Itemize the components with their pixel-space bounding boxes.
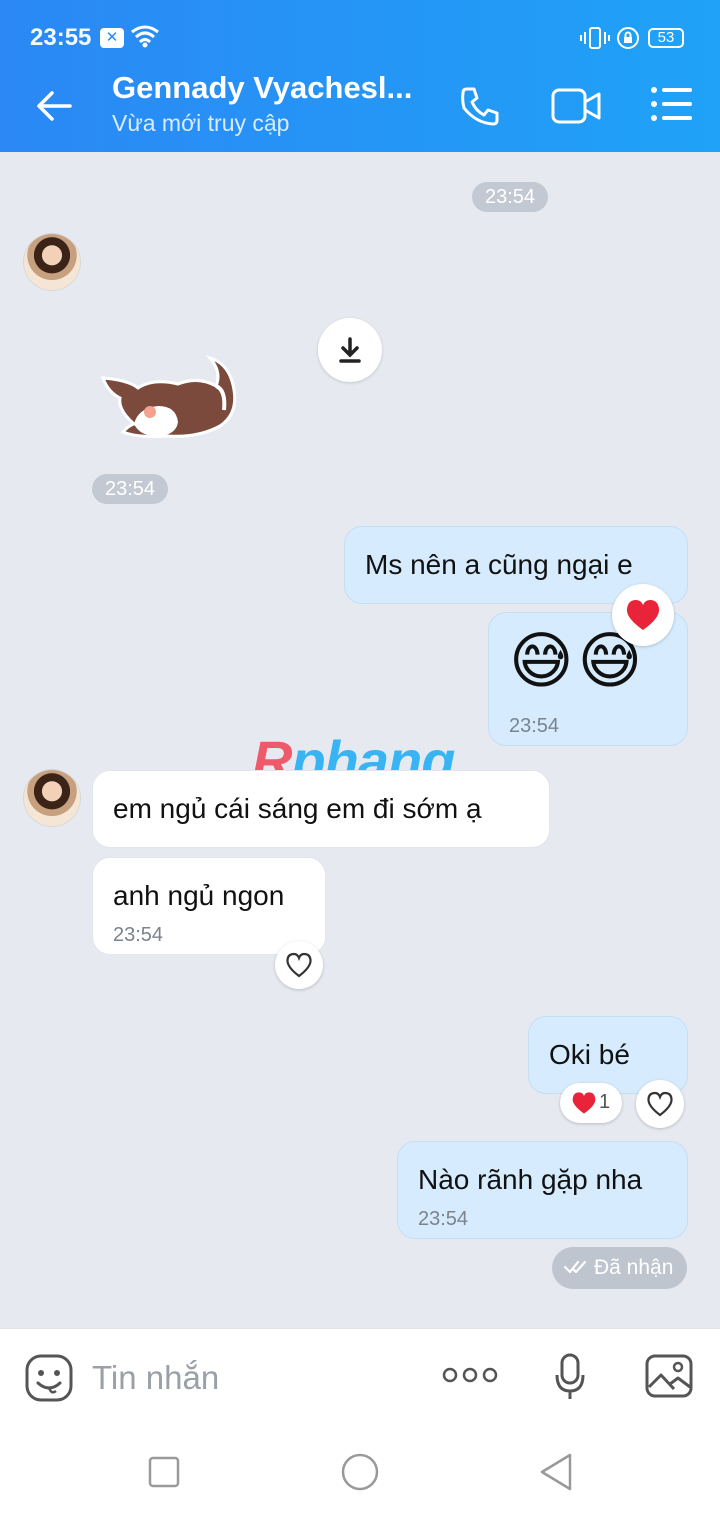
heart-outline-icon (647, 1091, 673, 1117)
recent-apps-icon[interactable] (148, 1456, 180, 1488)
status-bar: 23:55 ✕ 53 (0, 0, 720, 58)
battery-indicator: 53 (648, 28, 684, 48)
message-text: em ngủ cái sáng em đi sớm ạ (113, 793, 482, 824)
time-separator: 23:54 (472, 182, 549, 212)
avatar[interactable] (24, 234, 80, 290)
message-time: 23:54 (418, 1208, 469, 1230)
message-time: 23:54 (113, 924, 164, 946)
double-check-icon (563, 1260, 587, 1274)
red-heart-icon (572, 1092, 596, 1114)
more-options-icon[interactable] (442, 1365, 498, 1385)
back-icon[interactable] (538, 1452, 574, 1492)
heart-outline-icon (286, 952, 312, 978)
app-header: 23:55 ✕ 53 Gennady Vyachesl... Vừa mới t… (0, 0, 720, 152)
reaction-count-badge[interactable]: 1 (560, 1083, 622, 1123)
fox-sticker[interactable] (98, 350, 243, 442)
like-button[interactable] (275, 941, 323, 989)
delivered-status-badge: Đã nhận (552, 1247, 688, 1289)
message-text: Oki bé (549, 1039, 630, 1070)
red-heart-icon (626, 600, 660, 630)
sticker-timestamp: 23:54 (92, 474, 169, 504)
home-icon[interactable] (340, 1452, 380, 1492)
video-call-icon[interactable] (550, 86, 602, 126)
avatar[interactable] (24, 770, 80, 826)
message-bubble-outgoing[interactable]: Nào rãnh gặp nha 23:54 (397, 1141, 688, 1239)
download-icon (339, 337, 361, 363)
wifi-icon (131, 25, 159, 48)
message-input[interactable]: Tin nhắn (92, 1359, 219, 1397)
sticker-emoji-icon[interactable] (24, 1353, 74, 1403)
status-time: 23:55 (30, 24, 92, 51)
notification-icon: ✕ (100, 28, 124, 48)
like-button[interactable] (636, 1080, 684, 1128)
rotation-lock-icon (617, 27, 639, 49)
message-text: Ms nên a cũng ngại e (365, 549, 633, 580)
menu-list-icon[interactable] (650, 86, 694, 122)
message-text: anh ngủ ngon (113, 880, 285, 911)
back-arrow-icon[interactable] (34, 86, 74, 126)
image-gallery-icon[interactable] (644, 1353, 694, 1399)
message-time: 23:54 (509, 715, 560, 737)
vibrate-icon (580, 27, 610, 49)
heart-reaction-badge[interactable] (612, 584, 674, 646)
reaction-count: 1 (599, 1091, 611, 1113)
message-bubble-incoming[interactable]: anh ngủ ngon 23:54 (92, 857, 326, 955)
phone-call-icon[interactable] (458, 84, 502, 128)
contact-status: Vừa mới truy cập (112, 110, 290, 136)
system-navigation-bar (0, 1424, 720, 1520)
message-composer: Tin nhắn (0, 1328, 720, 1425)
message-bubble-incoming[interactable]: em ngủ cái sáng em đi sớm ạ (92, 770, 550, 848)
contact-name[interactable]: Gennady Vyachesl... (112, 70, 412, 106)
download-button[interactable] (318, 318, 382, 382)
message-text: Nào rãnh gặp nha (418, 1164, 643, 1195)
microphone-icon[interactable] (554, 1353, 586, 1401)
